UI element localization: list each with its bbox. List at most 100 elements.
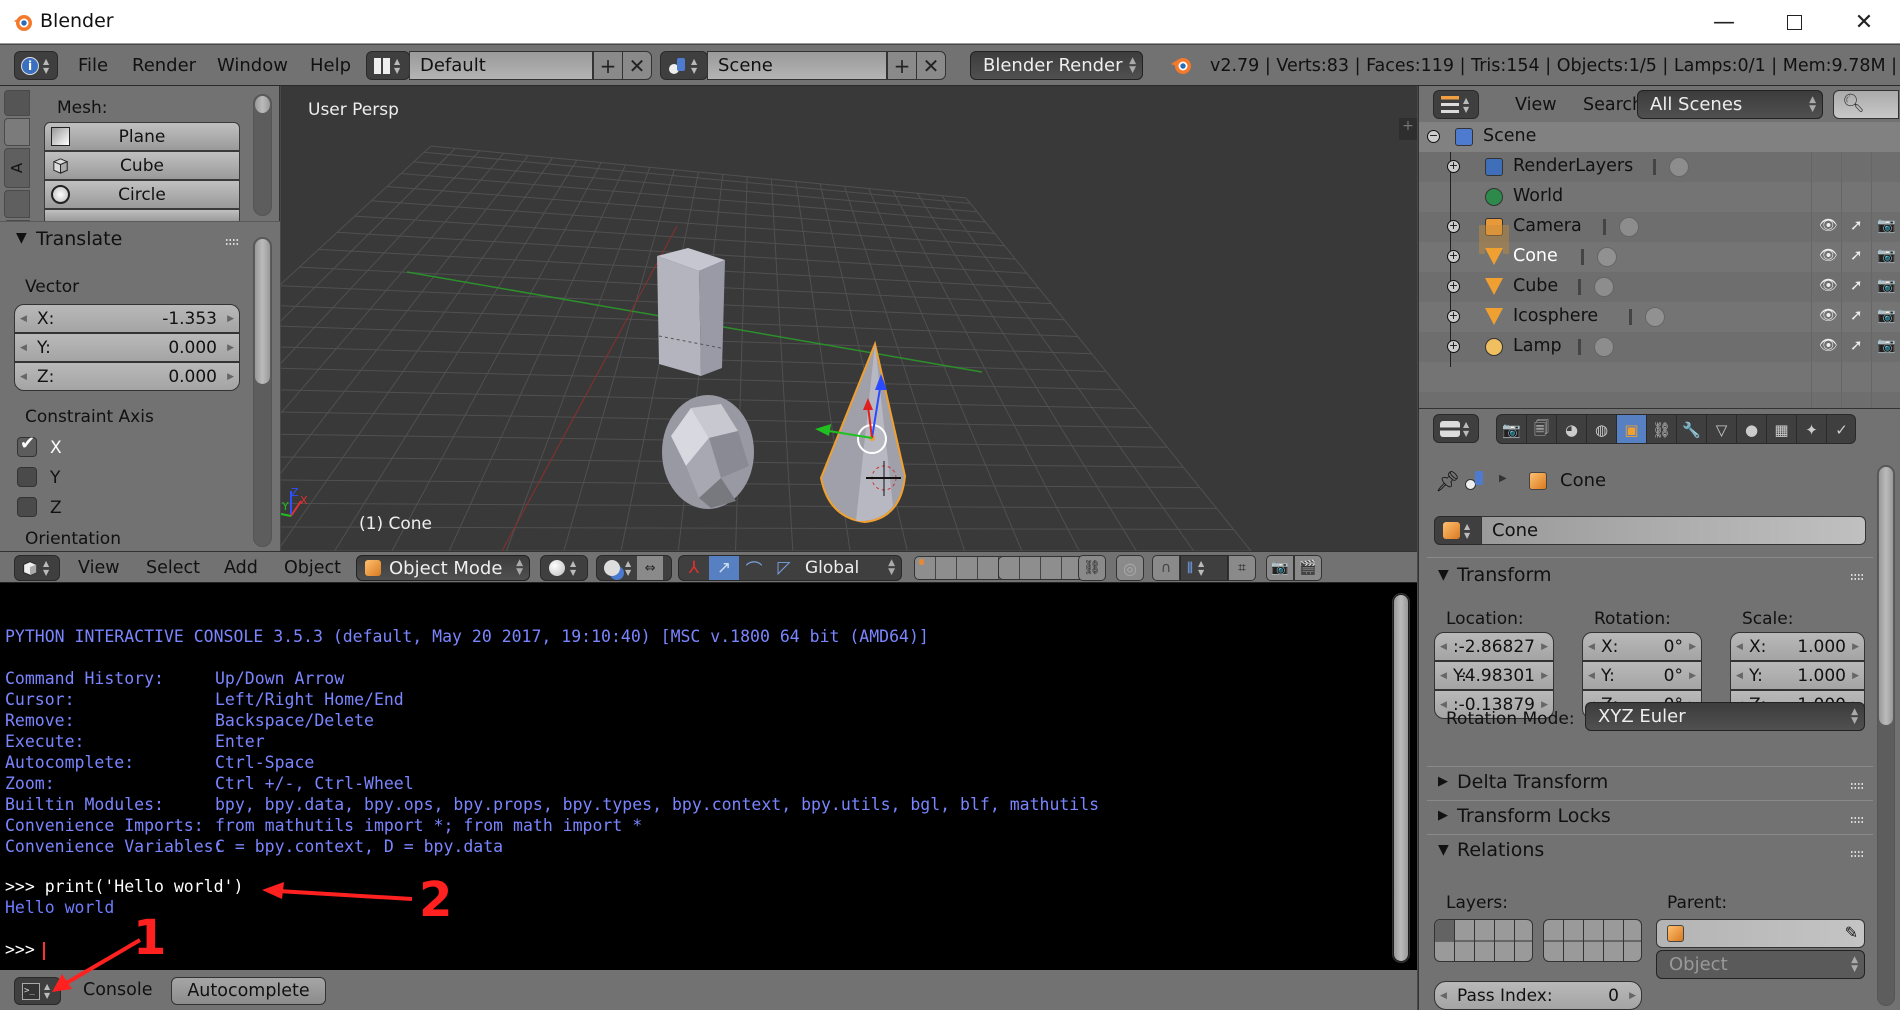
scrollbar-thumb[interactable]: [1879, 467, 1893, 725]
vector-z-field[interactable]: ◀ Z: 0.000 ▶: [14, 362, 240, 391]
object-data-icon[interactable]: [1594, 337, 1614, 357]
location-x-field[interactable]: ◀: -2.86827 ▶: [1434, 632, 1554, 661]
viewport-scene[interactable]: [281, 86, 1417, 551]
panel-grip-icon[interactable]: [1850, 816, 1864, 824]
location-y-field[interactable]: ◀ Y: -4.98301 ▶: [1434, 661, 1554, 690]
properties-region-toggle[interactable]: +: [1399, 118, 1417, 140]
rotation-y-field[interactable]: ◀ Y: 0° ▶: [1582, 661, 1702, 690]
toolshelf-tab-a[interactable]: A: [4, 148, 30, 188]
cone-object[interactable]: [819, 340, 907, 524]
scale-x-field[interactable]: ◀ X: 1.000 ▶: [1730, 632, 1865, 661]
object-datablock-selector[interactable]: ▲ ▼: [1434, 516, 1482, 545]
selectability-cursor-icon[interactable]: ➚: [1850, 336, 1863, 354]
parent-type-dropdown[interactable]: Object ▲ ▼: [1656, 950, 1865, 979]
menu-view[interactable]: View: [78, 558, 120, 578]
menu-add[interactable]: Add: [224, 558, 258, 578]
transform-orientation-dropdown[interactable]: Global: [805, 558, 859, 578]
cube-object[interactable]: [657, 248, 725, 376]
outliner-item-lamp[interactable]: + Lamp 👁 ➚ 📷: [1419, 332, 1900, 362]
renderability-camera-icon[interactable]: 📷: [1877, 336, 1896, 354]
visibility-eye-icon[interactable]: 👁: [1819, 306, 1838, 324]
visibility-eye-icon[interactable]: 👁: [1819, 276, 1838, 294]
add-scene-button[interactable]: +: [887, 51, 917, 80]
python-console[interactable]: PYTHON INTERACTIVE CONSOLE 3.5.3 (defaul…: [0, 583, 1417, 970]
manipulator-toggle-icon[interactable]: ⅄: [679, 556, 709, 580]
scene-selector[interactable]: ▲ ▼: [660, 51, 708, 80]
rotation-mode-dropdown[interactable]: XYZ Euler ▲ ▼: [1585, 702, 1865, 731]
panel-grip-icon[interactable]: [1850, 782, 1864, 790]
operator-panel-scrollbar[interactable]: [253, 237, 272, 547]
add-plane-button[interactable]: Plane: [44, 122, 240, 151]
add-uvsphere-button[interactable]: [44, 209, 240, 221]
manipulate-center-icon[interactable]: ⇔: [637, 556, 664, 580]
properties-tab-scene-icon[interactable]: ◕: [1557, 415, 1587, 443]
translate-manipulator-icon[interactable]: ↗: [709, 556, 739, 580]
properties-tab-render-icon[interactable]: 📷: [1497, 415, 1527, 443]
object-data-icon[interactable]: [1619, 217, 1639, 237]
snap-target-button[interactable]: ⌗: [1228, 555, 1256, 581]
layers-grid-2[interactable]: [1543, 919, 1642, 962]
opengl-render-animation-button[interactable]: 🎬: [1294, 555, 1322, 581]
vector-y-field[interactable]: ◀ Y: 0.000 ▶: [14, 333, 240, 362]
constraint-x-checkbox[interactable]: ✔: [17, 433, 37, 457]
collapse-icon[interactable]: −: [1427, 130, 1440, 143]
pivot-point-dropdown[interactable]: ▲ ▼ ⇔: [596, 555, 672, 581]
add-circle-button[interactable]: Circle: [44, 180, 240, 209]
outliner-item-cone[interactable]: + Cone 👁 ➚ 📷: [1419, 242, 1900, 272]
snap-toggle-button[interactable]: ∩: [1152, 555, 1180, 581]
renderability-camera-icon[interactable]: 📷: [1877, 246, 1896, 264]
console-prompt[interactable]: >>>: [5, 939, 45, 960]
outliner-menu-view[interactable]: View: [1515, 95, 1557, 115]
expand-icon[interactable]: +: [1447, 220, 1460, 233]
editor-type-selector-properties[interactable]: ▲ ▼: [1433, 414, 1479, 443]
properties-scrollbar[interactable]: [1877, 465, 1895, 1006]
properties-tab-physics-icon[interactable]: ✓: [1827, 415, 1855, 443]
constraint-z-checkbox[interactable]: [17, 497, 37, 517]
expand-icon[interactable]: +: [1447, 280, 1460, 293]
add-cube-button[interactable]: Cube: [44, 151, 240, 180]
expand-triangle-icon[interactable]: ▶: [1438, 774, 1448, 789]
renderability-camera-icon[interactable]: 📷: [1877, 216, 1896, 234]
outliner-item-renderlayers[interactable]: + RenderLayers: [1419, 152, 1900, 182]
proportional-editing-button[interactable]: ◎: [1116, 555, 1144, 581]
menu-console[interactable]: Console: [83, 980, 152, 1000]
panel-grip-icon[interactable]: [225, 238, 239, 246]
toolshelf-scrollbar[interactable]: [253, 94, 272, 216]
visibility-eye-icon[interactable]: 👁: [1819, 336, 1838, 354]
properties-tab-modifiers-icon[interactable]: 🔧: [1677, 415, 1707, 443]
properties-tab-material-icon[interactable]: ●: [1737, 415, 1767, 443]
object-data-icon[interactable]: [1594, 277, 1614, 297]
scene-name-field[interactable]: Scene: [707, 51, 887, 80]
vector-x-field[interactable]: ◀ X: -1.353 ▶: [14, 304, 240, 333]
toolshelf-tab-create[interactable]: [4, 118, 30, 146]
selectability-cursor-icon[interactable]: ➚: [1850, 216, 1863, 234]
outliner-item-cube[interactable]: + Cube 👁 ➚ 📷: [1419, 272, 1900, 302]
console-scrollbar[interactable]: [1392, 593, 1410, 963]
minimize-button[interactable]: —: [1694, 4, 1754, 40]
panel-grip-icon[interactable]: [1850, 573, 1864, 581]
editor-type-selector-console[interactable]: >_ ▲ ▼: [14, 977, 61, 1005]
icosphere-object[interactable]: [662, 395, 754, 509]
3d-viewport[interactable]: User Persp Z X Y (1) Cone +: [281, 86, 1417, 551]
visibility-eye-icon[interactable]: 👁: [1819, 216, 1838, 234]
expand-icon[interactable]: +: [1447, 250, 1460, 263]
close-button[interactable]: ✕: [1834, 4, 1894, 40]
delta-transform-panel-title[interactable]: Delta Transform: [1457, 771, 1608, 793]
pass-index-field[interactable]: ◀ Pass Index: 0 ▶: [1434, 981, 1642, 1010]
layers-grid-1[interactable]: [1434, 919, 1533, 962]
outliner-item-scene[interactable]: − Scene: [1419, 122, 1900, 152]
interaction-mode-dropdown[interactable]: Object Mode ▲ ▼: [356, 555, 530, 581]
render-engine-dropdown[interactable]: Blender Render ▲ ▼: [970, 51, 1143, 80]
screen-layout-selector[interactable]: ▲ ▼: [366, 51, 410, 80]
toolshelf-tab-relations[interactable]: [4, 190, 30, 218]
selectability-cursor-icon[interactable]: ➚: [1850, 276, 1863, 294]
lock-camera-to-view-button[interactable]: ⛓: [1078, 555, 1106, 581]
maximize-button[interactable]: [1764, 4, 1824, 40]
object-data-icon[interactable]: [1669, 157, 1689, 177]
editor-type-selector[interactable]: i ▲ ▼: [14, 51, 58, 80]
outliner-item-icosphere[interactable]: + Icosphere 👁 ➚ 📷: [1419, 302, 1900, 332]
outliner-item-world[interactable]: World: [1419, 182, 1900, 212]
properties-tab-constraints-icon[interactable]: ⛓: [1647, 415, 1677, 443]
expand-icon[interactable]: +: [1447, 310, 1460, 323]
autocomplete-button[interactable]: Autocomplete: [171, 977, 326, 1005]
